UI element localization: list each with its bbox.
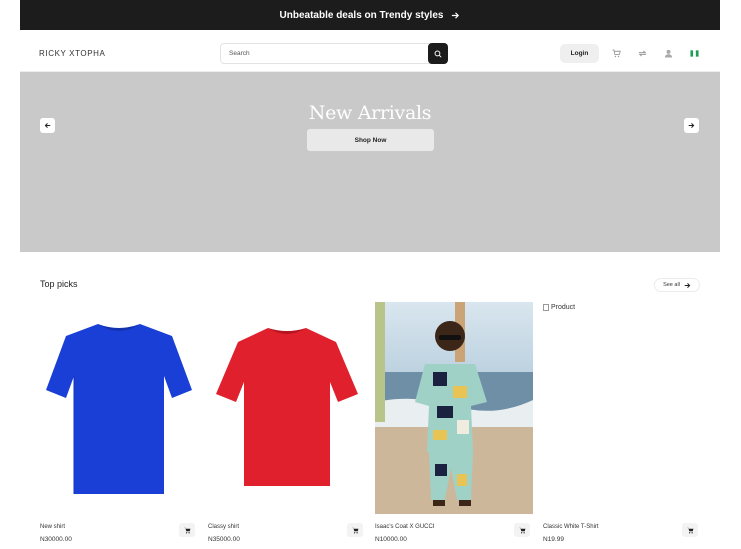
cart-icon [518, 527, 525, 533]
section-title: Top picks [40, 279, 78, 289]
see-all-button[interactable]: See all [654, 278, 700, 292]
product-image[interactable]: Product [543, 302, 701, 514]
cart-button[interactable] [611, 48, 621, 58]
cart-icon [183, 527, 190, 533]
compare-button[interactable] [637, 48, 647, 58]
compare-icon [638, 49, 646, 57]
country-selector[interactable] [689, 48, 699, 58]
promo-text: Unbeatable deals on Trendy styles [279, 9, 444, 21]
blue-tshirt-image [46, 324, 192, 494]
broken-image-placeholder: Product [543, 302, 701, 311]
product-name[interactable]: Isaac's Coat X GUCCI [375, 524, 435, 530]
add-to-cart-button[interactable] [514, 523, 530, 537]
cart-icon [686, 527, 693, 533]
account-button[interactable] [663, 48, 673, 58]
arrow-left-icon [44, 123, 51, 128]
image-alt-text: Product [551, 304, 576, 311]
add-to-cart-button[interactable] [179, 523, 195, 537]
product-card[interactable]: Isaac's Coat X GUCCI N10000.00 [375, 302, 533, 549]
product-name[interactable]: Classic White T-Shirt [543, 524, 599, 530]
product-price: N30000.00 [40, 536, 72, 543]
nigeria-flag-icon [689, 49, 699, 57]
hero-banner: New Arrivals Shop Now [20, 72, 720, 252]
product-name[interactable]: Classy shirt [208, 524, 239, 530]
search-icon [434, 50, 442, 58]
hero-prev-button[interactable] [40, 118, 55, 133]
brand-logo[interactable]: RICKY XTOPHA [39, 49, 105, 58]
hero-next-button[interactable] [684, 118, 699, 133]
product-card[interactable]: Classy shirt N35000.00 [208, 302, 366, 549]
product-image[interactable] [40, 302, 198, 514]
arrow-right-icon [452, 11, 460, 19]
product-name[interactable]: New shirt [40, 524, 65, 530]
shop-now-button[interactable]: Shop Now [307, 129, 434, 151]
product-image[interactable] [208, 302, 366, 514]
product-price: N19.99 [543, 536, 564, 543]
site-header: RICKY XTOPHA Login [20, 30, 720, 72]
product-card[interactable]: New shirt N30000.00 [40, 302, 198, 549]
product-card[interactable]: Product Classic White T-Shirt N19.99 [543, 302, 701, 549]
product-price: N35000.00 [208, 536, 240, 543]
see-all-label: See all [663, 282, 680, 288]
red-tshirt-image [216, 328, 358, 486]
arrow-right-icon [684, 282, 691, 288]
cart-icon [351, 527, 358, 533]
add-to-cart-button[interactable] [682, 523, 698, 537]
broken-image-icon [543, 304, 549, 311]
product-image[interactable] [375, 302, 533, 514]
hero-title: New Arrivals [308, 102, 432, 124]
page: Unbeatable deals on Trendy styles RICKY … [0, 0, 741, 549]
man-patterned-outfit-photo [375, 302, 533, 514]
search-bar [220, 43, 448, 64]
promo-banner[interactable]: Unbeatable deals on Trendy styles [20, 0, 720, 30]
add-to-cart-button[interactable] [347, 523, 363, 537]
login-button[interactable]: Login [560, 44, 599, 63]
product-price: N10000.00 [375, 536, 407, 543]
search-input[interactable] [221, 44, 427, 63]
search-button[interactable] [428, 43, 448, 64]
cart-icon [611, 48, 621, 57]
arrow-right-icon [688, 123, 695, 128]
user-icon [664, 49, 672, 58]
